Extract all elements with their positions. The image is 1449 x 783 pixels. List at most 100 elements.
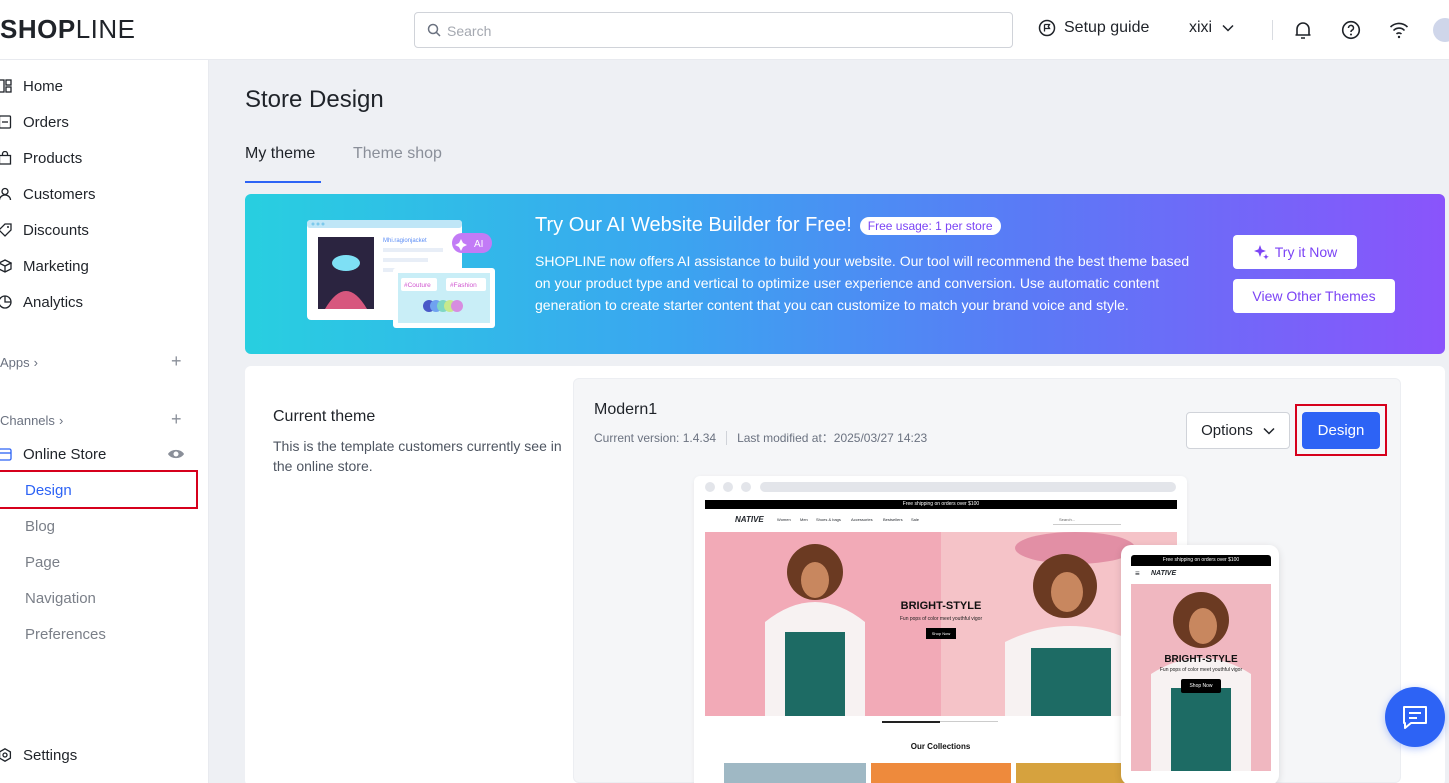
preview-announcement: Free shipping on orders over $100: [705, 500, 1177, 509]
tab-theme-shop[interactable]: Theme shop: [353, 145, 442, 163]
preview-collections-title: Our Collections: [910, 742, 971, 751]
add-channel-icon[interactable]: +: [171, 410, 182, 428]
illustration-tag-couture: #Couture: [404, 282, 431, 289]
home-icon: [0, 79, 12, 93]
gear-icon: [0, 748, 12, 762]
preview-nav-item: Men: [800, 517, 808, 522]
chat-icon: [1403, 706, 1427, 729]
sidebar-item-customers[interactable]: Customers: [0, 179, 96, 209]
phone-hero: BRIGHT-STYLE Fun pops of color meet yout…: [1131, 584, 1271, 771]
bell-icon[interactable]: [1294, 20, 1312, 40]
sidebar-item-blog[interactable]: Blog: [25, 518, 55, 535]
flag-icon: [1038, 19, 1056, 37]
sidebar: Home Orders Products Customers Discounts…: [0, 60, 209, 783]
window-dot: [741, 482, 751, 492]
view-other-themes-button[interactable]: View Other Themes: [1233, 279, 1395, 313]
theme-version: Current version: 1.4.34: [594, 430, 717, 445]
marketing-icon: [0, 259, 12, 273]
sidebar-item-home[interactable]: Home: [0, 71, 63, 101]
free-usage-badge: Free usage: 1 per store: [859, 216, 1001, 235]
chat-support-button[interactable]: [1385, 687, 1445, 747]
hero-title: BRIGHT-STYLE: [900, 600, 982, 612]
eye-icon[interactable]: [167, 448, 185, 460]
current-theme-description: This is the template customers currently…: [273, 438, 562, 474]
sidebar-item-online-store[interactable]: Online Store: [0, 439, 106, 469]
divider: [1272, 20, 1273, 40]
phone-hero-subtitle: Fun pops of color meet youthful vigor: [1159, 667, 1243, 673]
desktop-preview[interactable]: Free shipping on orders over $100 NATIVE…: [694, 476, 1187, 783]
channels-group[interactable]: Channels ›: [0, 413, 63, 428]
apps-group[interactable]: Apps ›: [0, 355, 38, 370]
phone-shop-now-button: Shop Now: [1181, 679, 1221, 693]
sidebar-item-orders[interactable]: Orders: [0, 107, 69, 137]
ai-chip-label: AI: [474, 239, 483, 250]
phone-hero-title: BRIGHT-STYLE: [1164, 654, 1238, 665]
illustration-caption: Mhi.ragionjacket: [383, 238, 427, 244]
sidebar-item-preferences[interactable]: Preferences: [25, 626, 106, 643]
carousel-indicator: [940, 721, 998, 722]
user-name: xixi: [1189, 19, 1213, 36]
sidebar-item-label: Products: [23, 149, 83, 167]
products-icon: [0, 151, 12, 165]
phone-hero-text: BRIGHT-STYLE Fun pops of color meet yout…: [1131, 654, 1271, 693]
wifi-icon[interactable]: [1389, 21, 1409, 39]
theme-name: Modern1: [594, 401, 658, 418]
help-icon[interactable]: [1341, 20, 1361, 40]
ai-builder-illustration: Mhi.ragionjacket AI #Couture #Fashion: [307, 220, 495, 328]
sidebar-item-label: Orders: [23, 113, 69, 131]
search-box[interactable]: [414, 12, 1013, 48]
sidebar-item-analytics[interactable]: Analytics: [0, 287, 83, 317]
channels-label: Channels: [0, 413, 55, 428]
search-icon: [427, 23, 441, 37]
sidebar-item-discounts[interactable]: Discounts: [0, 215, 89, 245]
add-app-icon[interactable]: +: [171, 352, 182, 370]
preview-search-line: [1053, 524, 1121, 525]
url-bar: [760, 482, 1176, 492]
sidebar-item-settings[interactable]: Settings: [0, 740, 77, 770]
ai-builder-banner: Mhi.ragionjacket AI #Couture #Fashion Tr…: [245, 194, 1445, 354]
highlight-box: [1295, 404, 1387, 456]
sidebar-item-marketing[interactable]: Marketing: [0, 251, 89, 281]
search-input[interactable]: [447, 20, 987, 42]
hamburger-icon: ≡: [1135, 569, 1140, 578]
preview-header: NATIVE Women Men Shoes & bags Accessorie…: [705, 509, 1177, 531]
preview-hero: BRIGHT-STYLE Fun pops of color meet yout…: [705, 532, 1177, 716]
hero-shop-now-button: Shop Now: [925, 628, 957, 639]
sidebar-item-label: Settings: [23, 746, 78, 764]
preview-nav-item: Accessories: [851, 517, 873, 522]
sidebar-item-label: Marketing: [23, 257, 89, 275]
shopline-logo[interactable]: SHOPLINE: [0, 14, 136, 45]
discounts-icon: [0, 223, 12, 237]
theme-last-modified: Last modified at：2025/03/27 14:23: [737, 431, 928, 445]
preview-brand: NATIVE: [735, 515, 764, 524]
tab-my-theme[interactable]: My theme: [245, 145, 315, 163]
banner-title: Try Our AI Website Builder for Free! Fre…: [535, 214, 1001, 237]
preview-nav-item: Bestsellers: [883, 517, 903, 522]
try-it-now-button[interactable]: Try it Now: [1233, 235, 1357, 269]
banner-description: SHOPLINE now offers AI assistance to bui…: [535, 253, 1190, 313]
sidebar-item-page[interactable]: Page: [25, 554, 60, 571]
phone-announcement: Free shipping on orders over $100: [1131, 555, 1271, 566]
mobile-preview[interactable]: Free shipping on orders over $100 ≡ NATI…: [1121, 545, 1279, 783]
sidebar-item-products[interactable]: Products: [0, 143, 82, 173]
hero-text: BRIGHT-STYLE Fun pops of color meet yout…: [705, 600, 1177, 640]
user-menu[interactable]: xixi: [1189, 19, 1234, 37]
phone-header: ≡ NATIVE: [1131, 566, 1271, 584]
store-icon: [0, 448, 12, 461]
sidebar-item-label: Analytics: [23, 293, 84, 311]
preview-nav-item: Shoes & bags: [816, 517, 841, 522]
options-dropdown-button[interactable]: Options: [1186, 412, 1290, 449]
avatar[interactable]: [1433, 18, 1449, 42]
phone-brand: NATIVE: [1151, 570, 1177, 577]
preview-search: Search...: [1059, 517, 1076, 522]
sidebar-item-navigation[interactable]: Navigation: [25, 590, 96, 607]
chevron-right-icon: ›: [33, 355, 38, 370]
orders-icon: [0, 115, 12, 129]
try-it-now-label: Try it Now: [1274, 244, 1338, 260]
banner-heading: Try Our AI Website Builder for Free!: [535, 214, 852, 236]
chevron-down-icon: [1222, 24, 1234, 32]
chevron-down-icon: [1263, 427, 1275, 435]
preview-nav-item: Sale: [911, 517, 920, 522]
active-tab-indicator: [245, 181, 321, 183]
setup-guide-button[interactable]: Setup guide: [1038, 19, 1149, 37]
